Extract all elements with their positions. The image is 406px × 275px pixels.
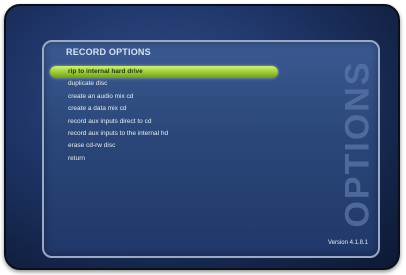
page-title: RECORD OPTIONS bbox=[66, 47, 151, 57]
options-watermark-text: OPTIONS bbox=[338, 60, 377, 228]
menu-item-rip-to-hard-drive[interactable]: rip to internal hard drive bbox=[50, 66, 278, 78]
menu-item-create-audio-mix-cd[interactable]: create an audio mix cd bbox=[44, 91, 294, 103]
menu-item-erase-cdrw[interactable]: erase cd-rw disc bbox=[44, 140, 294, 152]
menu-item-create-data-mix-cd[interactable]: create a data mix cd bbox=[44, 103, 294, 115]
tv-screen: RECORD OPTIONS rip to internal hard driv… bbox=[4, 4, 400, 270]
menu-item-duplicate-disc[interactable]: duplicate disc bbox=[44, 78, 294, 90]
menu-item-return[interactable]: return bbox=[44, 153, 294, 165]
menu-item-record-aux-to-hd[interactable]: record aux inputs to the internal hd bbox=[44, 128, 294, 140]
options-watermark: OPTIONS bbox=[336, 60, 380, 227]
version-label: Version 4.1.8.1 bbox=[327, 240, 368, 246]
menu-item-record-aux-to-cd[interactable]: record aux inputs direct to cd bbox=[44, 116, 294, 128]
options-menu: rip to internal hard drive duplicate dis… bbox=[44, 66, 294, 165]
options-panel: RECORD OPTIONS rip to internal hard driv… bbox=[42, 40, 380, 258]
